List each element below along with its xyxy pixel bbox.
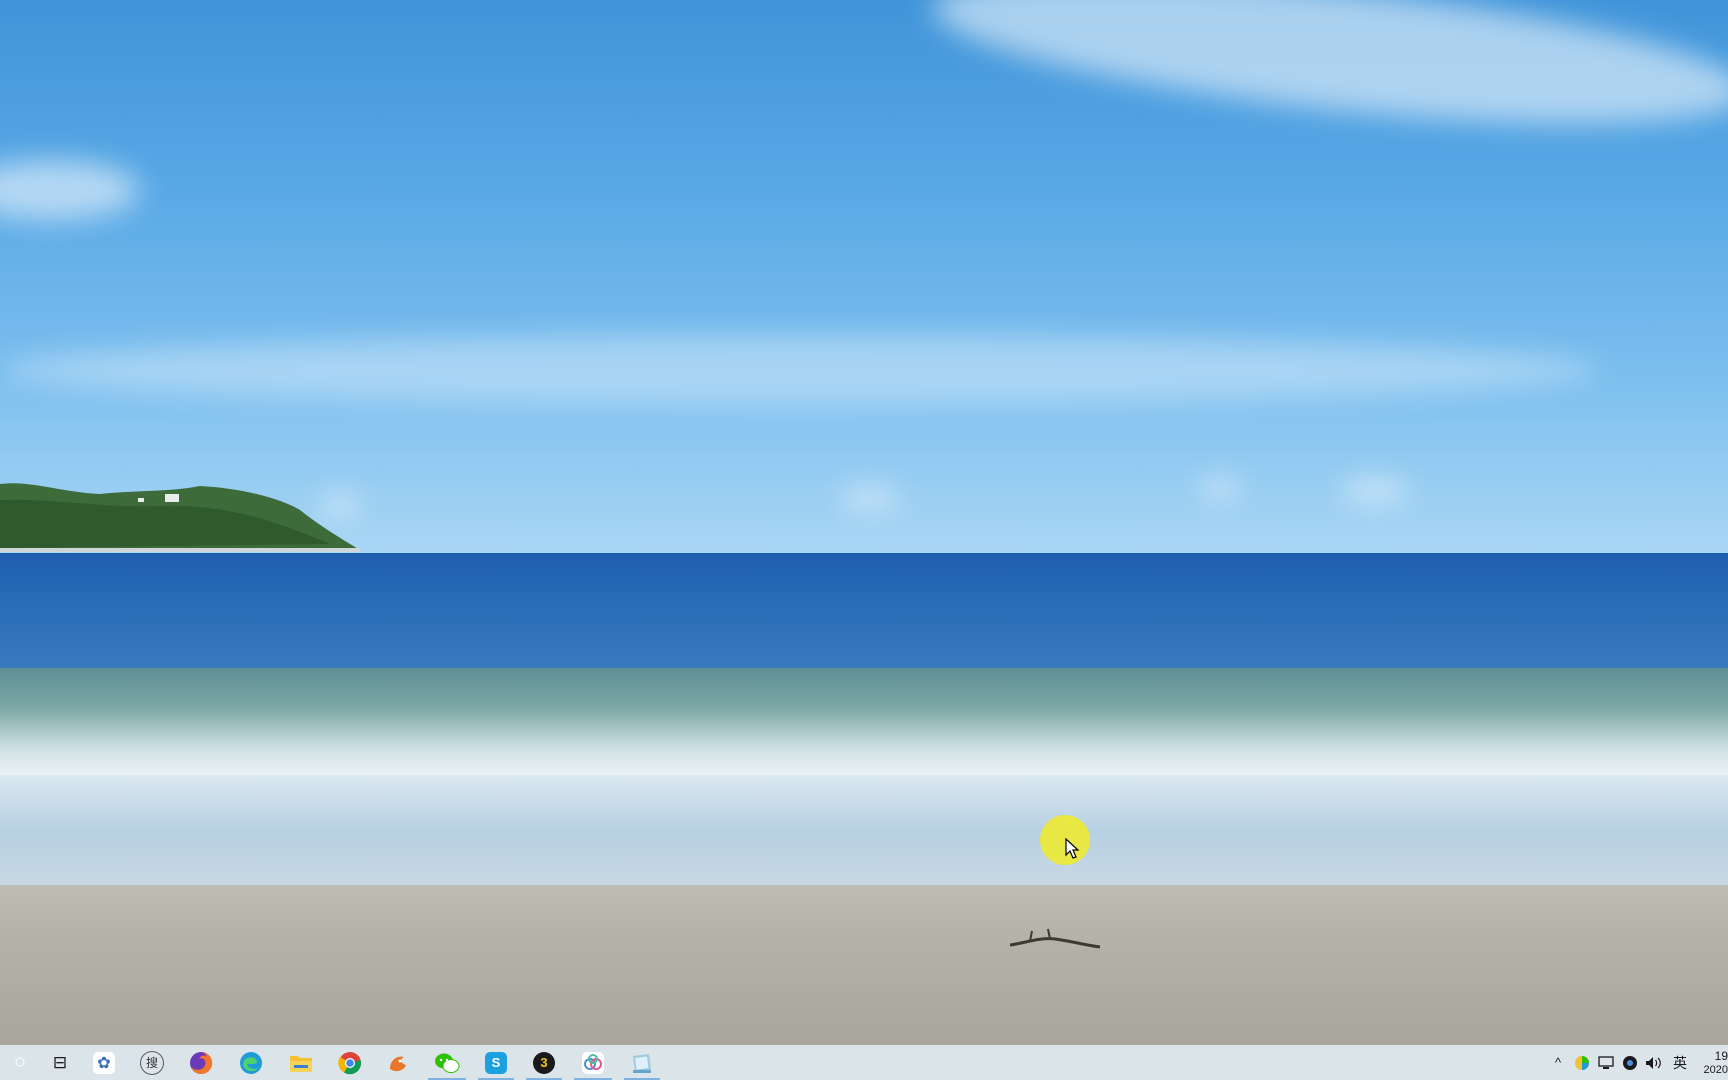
wallpaper-foam bbox=[0, 775, 1728, 887]
chrome-icon bbox=[338, 1051, 362, 1074]
input-method-button[interactable]: 英 bbox=[1666, 1045, 1694, 1080]
taskbar: ○ ⊟ ✿ 搜 S 3 ^ 英 19 2020 bbox=[0, 1045, 1728, 1080]
cloud bbox=[1340, 480, 1410, 502]
wallpaper-sand bbox=[0, 885, 1728, 1045]
shield-app-icon bbox=[1623, 1055, 1637, 1070]
show-hidden-icons-button[interactable]: ^ bbox=[1546, 1045, 1570, 1080]
seaweed bbox=[1010, 928, 1100, 949]
network-button[interactable] bbox=[1594, 1045, 1618, 1080]
clock-time: 19 bbox=[1714, 1048, 1728, 1063]
island-headland bbox=[0, 483, 360, 552]
edge-icon bbox=[240, 1051, 262, 1074]
notebook-app-button[interactable] bbox=[618, 1045, 666, 1080]
wallpaper-sea bbox=[0, 553, 1728, 678]
task-view-icon: ⊟ bbox=[52, 1052, 68, 1072]
clock-date: 2020 bbox=[1703, 1063, 1728, 1076]
start-button[interactable]: ○ bbox=[0, 1045, 40, 1080]
start-circle-icon: ○ bbox=[13, 1051, 27, 1073]
3-app-icon: 3 bbox=[533, 1051, 555, 1074]
tray-app-button[interactable] bbox=[1570, 1045, 1594, 1080]
folder-icon bbox=[290, 1055, 312, 1072]
s-app-icon: S bbox=[485, 1051, 507, 1074]
firefox-button[interactable] bbox=[176, 1045, 226, 1080]
colorful-app-icon bbox=[1575, 1055, 1589, 1070]
pinwheel-app-icon: ✿ bbox=[93, 1051, 115, 1074]
firefox-icon bbox=[190, 1051, 213, 1074]
orange-bird-app-icon bbox=[390, 1056, 406, 1071]
sogou-search-button[interactable]: 搜 bbox=[128, 1045, 176, 1080]
chrome-button[interactable] bbox=[326, 1045, 374, 1080]
cloud bbox=[840, 488, 900, 508]
task-view-button[interactable]: ⊟ bbox=[40, 1045, 80, 1080]
tray-security-button[interactable] bbox=[1618, 1045, 1642, 1080]
notebook-app-icon bbox=[633, 1053, 651, 1073]
cloud bbox=[1200, 478, 1240, 498]
s-app-button[interactable]: S bbox=[472, 1045, 520, 1080]
network-icon bbox=[1598, 1055, 1614, 1069]
sogou-search-icon: 搜 bbox=[140, 1050, 164, 1075]
cloud-drive-icon bbox=[582, 1051, 604, 1074]
clock-button[interactable]: 19 2020 bbox=[1694, 1045, 1728, 1080]
file-explorer-button[interactable] bbox=[276, 1045, 326, 1080]
system-tray: ^ 英 19 2020 bbox=[1546, 1045, 1728, 1080]
edge-button[interactable] bbox=[226, 1045, 276, 1080]
desktop[interactable]: ○ ⊟ ✿ 搜 S 3 ^ 英 19 2020 bbox=[0, 0, 1728, 1080]
3-app-button[interactable]: 3 bbox=[520, 1045, 568, 1080]
cloud-drive-button[interactable] bbox=[568, 1045, 618, 1080]
speaker-icon bbox=[1646, 1056, 1661, 1069]
wallpaper-wave bbox=[0, 668, 1728, 783]
wechat-button[interactable] bbox=[422, 1045, 472, 1080]
cloud bbox=[0, 335, 1600, 405]
pinwheel-app-button[interactable]: ✿ bbox=[80, 1045, 128, 1080]
wechat-icon bbox=[435, 1053, 460, 1073]
chevron-up-icon: ^ bbox=[1554, 1055, 1562, 1070]
ime-label: 英 bbox=[1673, 1054, 1687, 1071]
mouse-pointer-icon bbox=[1065, 838, 1080, 859]
orange-bird-app-button[interactable] bbox=[374, 1045, 422, 1080]
volume-button[interactable] bbox=[1642, 1045, 1666, 1080]
